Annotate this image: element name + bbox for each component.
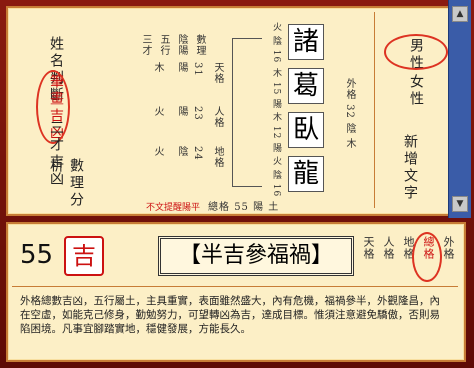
total-grid: 總格 55 陽 土 (208, 198, 279, 213)
total-num: 55 (234, 202, 249, 213)
ren-elem: 火 (152, 106, 163, 117)
male-highlight (384, 34, 448, 70)
char4-ann: 火 陰 16 (271, 156, 281, 198)
total-elem: 土 (268, 202, 280, 213)
outer-grid: 外格 32 陰 木 (344, 78, 355, 150)
di-elem: 火 (152, 146, 163, 157)
di-yy: 陰 (176, 146, 187, 157)
total-yy: 陽 (253, 202, 265, 213)
app-window: 姓名判斷 筆畫吉凶 三才吉凶 數理分析 三才 五行 陰陽 數理 木 陽 31 天… (0, 0, 474, 368)
tag-outer: 外格 (442, 236, 455, 260)
divider (12, 286, 458, 287)
ren-num: 23 (192, 106, 203, 121)
result-title: 【半吉參福禍】 (158, 236, 354, 276)
new-text-button[interactable]: 新增文字 (400, 134, 420, 202)
ren-yy: 陽 (176, 106, 187, 117)
char1-ann: 火 陰 16 (271, 22, 281, 64)
di-num: 24 (192, 146, 203, 161)
name-char-2: 葛 (288, 68, 324, 104)
scroll-up-icon[interactable]: ▲ (452, 6, 468, 22)
tag-ren: 人格 (382, 236, 395, 260)
header-yinyang: 陰陽 (176, 34, 187, 56)
right-divider (374, 12, 375, 208)
option-female[interactable]: 女性 (406, 74, 426, 108)
tian-label: 天格 (212, 62, 223, 84)
di-label: 地格 (212, 146, 223, 168)
char2-ann: 木 15 陽 (271, 68, 281, 110)
score-number: 55 (20, 240, 54, 270)
name-char-1: 諸 (288, 24, 324, 60)
footer-hint: 不文提醒陽平 (146, 203, 201, 213)
name-char-3: 臥 (288, 112, 324, 148)
total-highlight (412, 232, 442, 282)
name-char-4: 龍 (288, 156, 324, 192)
char3-ann: 木 12 陽 (271, 112, 281, 154)
header-shuli: 數理 (194, 34, 205, 56)
tian-elem: 木 (152, 62, 163, 73)
bracket-bottom (232, 186, 262, 187)
tag-tian: 天格 (362, 236, 375, 260)
menu-item-number-analysis[interactable]: 數理分析 (46, 158, 86, 214)
analysis-panel: 姓名判斷 筆畫吉凶 三才吉凶 數理分析 三才 五行 陰陽 數理 木 陽 31 天… (6, 6, 466, 216)
header-sancai: 三才 (140, 34, 151, 56)
tian-yy: 陽 (176, 62, 187, 73)
scrollbar[interactable]: ▲ ▼ (448, 0, 471, 218)
result-panel: 55 吉 【半吉參福禍】 天格 人格 地格 總格 外格 外格總數吉凶，五行屬土，… (6, 222, 466, 362)
scroll-down-icon[interactable]: ▼ (452, 196, 468, 212)
header-wuxing: 五行 (158, 34, 169, 56)
total-label: 總格 (208, 202, 230, 213)
tian-num: 31 (192, 62, 203, 77)
bracket-top (232, 38, 262, 39)
result-description: 外格總數吉凶，五行屬土，主具重實，表面雖然盛大，內有危機，福禍參半，外觀隆昌，內… (20, 295, 440, 335)
luck-badge: 吉 (64, 236, 104, 276)
bracket-line (232, 38, 233, 186)
ren-label: 人格 (212, 106, 223, 128)
